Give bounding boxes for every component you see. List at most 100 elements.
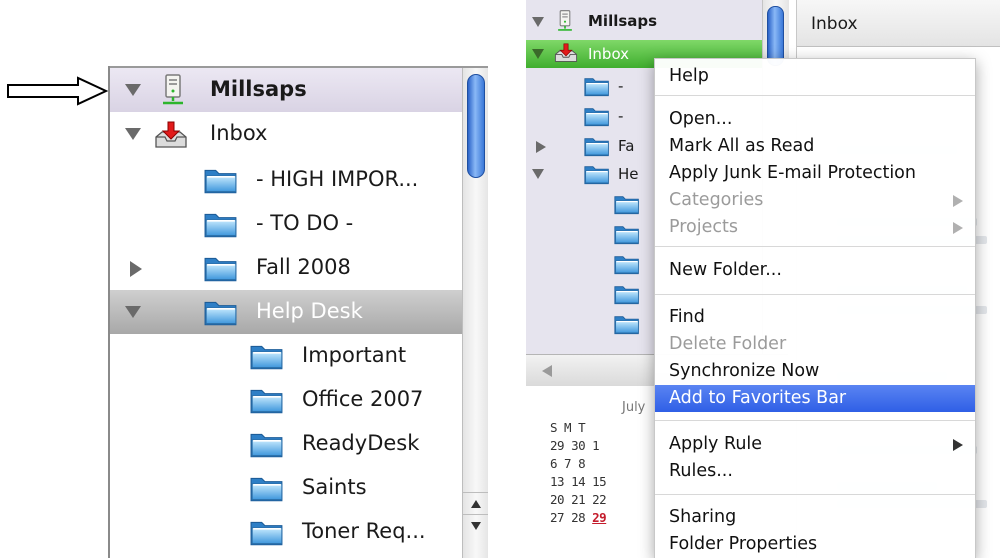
menu-item-help[interactable]: Help <box>655 63 975 90</box>
calendar-week[interactable]: 27 28 29 <box>550 510 607 525</box>
server-icon <box>160 74 186 106</box>
menu-item-categories: Categories <box>655 187 975 214</box>
disclosure-open-icon[interactable] <box>532 17 544 27</box>
tree-item-subfolder[interactable]: Toner Req... <box>110 510 462 554</box>
menu-separator <box>655 95 975 96</box>
submenu-arrow-icon <box>953 439 963 451</box>
message-list-title: Inbox <box>811 14 858 34</box>
scroll-down-button[interactable] <box>463 514 488 536</box>
tree-item-subfolder[interactable]: Saints <box>110 466 462 510</box>
menu-item-label: Categories <box>669 190 764 210</box>
folder-label: ReadyDesk <box>302 431 420 455</box>
menu-item-find[interactable]: Find <box>655 304 975 331</box>
folder-icon <box>250 474 284 502</box>
menu-item-synchronize-now[interactable]: Synchronize Now <box>655 358 975 385</box>
vertical-scrollbar[interactable] <box>462 68 488 558</box>
scrollbar-thumb[interactable] <box>467 74 485 178</box>
tree-item-folder[interactable]: - TO DO - <box>110 202 462 246</box>
menu-item-open[interactable]: Open... <box>655 106 975 133</box>
disclosure-open-icon[interactable] <box>124 304 142 320</box>
folder-label: Fall 2008 <box>256 255 351 279</box>
menu-item-folder-properties[interactable]: Folder Properties <box>655 531 975 558</box>
tree-item-subfolder[interactable]: ReadyDesk <box>110 422 462 466</box>
folder-label: - <box>618 107 624 125</box>
menu-item-label: New Folder... <box>669 260 782 280</box>
account-label: Millsaps <box>210 77 307 101</box>
folder-label: Fa <box>618 137 635 155</box>
calendar-week[interactable]: 6 7 8 <box>550 456 586 471</box>
inbox-icon <box>554 42 578 64</box>
message-list-header: Inbox <box>797 0 1000 47</box>
disclosure-closed-icon[interactable] <box>536 141 546 153</box>
folder-icon <box>584 105 610 127</box>
folder-label: - TO DO - <box>256 211 354 235</box>
calendar-today[interactable]: 29 <box>592 510 607 525</box>
calendar-weekdays: S M T <box>550 420 586 435</box>
menu-item-delete-folder: Delete Folder <box>655 331 975 358</box>
menu-item-new-folder[interactable]: New Folder... <box>655 257 975 284</box>
folder-icon <box>584 75 610 97</box>
server-icon <box>556 10 574 32</box>
calendar-week[interactable]: 20 21 22 <box>550 492 607 507</box>
disclosure-open-icon[interactable] <box>124 126 142 142</box>
menu-item-label: Find <box>669 307 705 327</box>
calendar-week[interactable]: 29 30 1 <box>550 438 600 453</box>
folder-label: Toner Req... <box>302 519 426 543</box>
folder-icon <box>204 166 238 194</box>
calendar-month: July <box>622 400 646 415</box>
folder-icon <box>250 518 284 546</box>
menu-item-apply-rule[interactable]: Apply Rule <box>655 431 975 458</box>
tree-item-account[interactable]: Millsaps <box>526 8 762 36</box>
menu-item-projects: Projects <box>655 214 975 241</box>
menu-item-label: Mark All as Read <box>669 136 815 156</box>
folder-icon <box>250 430 284 458</box>
folder-icon <box>614 313 640 335</box>
folder-icon <box>614 223 640 245</box>
menu-separator <box>655 246 975 247</box>
tree-item-folder-selected[interactable]: Help Desk <box>110 290 462 334</box>
menu-separator <box>655 294 975 295</box>
menu-item-label: Apply Junk E-mail Protection <box>669 163 916 183</box>
menu-item-mark-all-read[interactable]: Mark All as Read <box>655 133 975 160</box>
inbox-icon <box>154 120 188 150</box>
menu-item-add-to-favorites-bar[interactable]: Add to Favorites Bar <box>655 385 975 412</box>
folder-icon <box>614 253 640 275</box>
tree-item-subfolder[interactable]: Office 2007 <box>110 378 462 422</box>
disclosure-open-icon[interactable] <box>532 169 544 179</box>
menu-item-apply-junk-protection[interactable]: Apply Junk E-mail Protection <box>655 160 975 187</box>
menu-item-rules[interactable]: Rules... <box>655 458 975 485</box>
menu-item-label: Open... <box>669 109 733 129</box>
arrow-left-icon[interactable] <box>542 365 552 377</box>
submenu-arrow-icon <box>953 195 963 207</box>
folder-icon <box>250 386 284 414</box>
folder-icon <box>584 163 610 185</box>
tree-item-subfolder[interactable]: Important <box>110 334 462 378</box>
menu-item-sharing[interactable]: Sharing <box>655 504 975 531</box>
folder-label: - <box>618 77 624 95</box>
inbox-label: Inbox <box>210 121 268 145</box>
disclosure-open-icon[interactable] <box>532 49 544 59</box>
menu-item-label: Apply Rule <box>669 434 763 454</box>
tree-item-account[interactable]: Millsaps <box>110 68 462 112</box>
folder-icon <box>204 254 238 282</box>
menu-item-label: Rules... <box>669 461 733 481</box>
scrollbar-thumb[interactable] <box>767 6 784 66</box>
folder-label: - HIGH IMPOR... <box>256 167 419 191</box>
annotation-arrow-left <box>7 76 109 106</box>
disclosure-closed-icon[interactable] <box>128 260 144 278</box>
folder-icon <box>614 193 640 215</box>
arrow-up-icon <box>471 500 481 508</box>
tree-item-inbox[interactable]: Inbox <box>110 112 462 156</box>
disclosure-open-icon[interactable] <box>124 82 142 98</box>
folder-icon <box>614 283 640 305</box>
folder-tree-panel: Millsaps Inbox - HIGH IMPOR... - TO DO -… <box>108 66 488 558</box>
calendar-days[interactable]: 27 28 <box>550 510 592 525</box>
folder-icon <box>584 135 610 157</box>
calendar-week[interactable]: 13 14 15 <box>550 474 607 489</box>
menu-separator <box>655 420 975 421</box>
account-label: Millsaps <box>588 12 658 30</box>
tree-item-folder[interactable]: Fall 2008 <box>110 246 462 290</box>
scroll-up-button[interactable] <box>463 492 488 514</box>
tree-item-folder[interactable]: - HIGH IMPOR... <box>110 158 462 202</box>
menu-item-label: Synchronize Now <box>669 361 820 381</box>
